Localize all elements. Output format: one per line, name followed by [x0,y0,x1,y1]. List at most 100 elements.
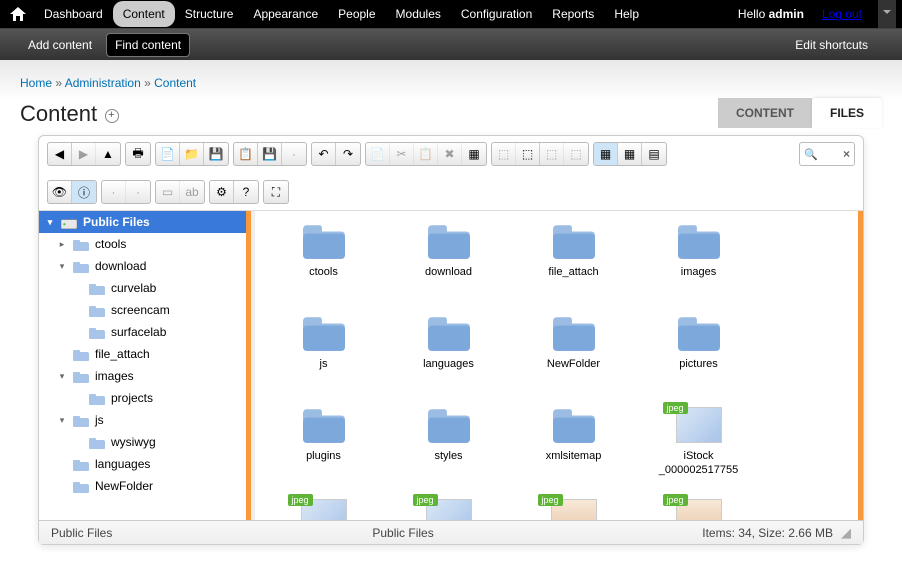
disabled-icon: · [282,143,306,165]
toolbar-dropdown-icon[interactable] [878,0,896,28]
tree-item-file_attach[interactable]: file_attach [39,343,251,365]
copy-icon[interactable]: 📋 [234,143,258,165]
menu-people[interactable]: People [328,1,385,27]
paste-icon[interactable]: 📋 [414,143,438,165]
tab-files[interactable]: FILES [812,98,882,128]
tree-item-ctools[interactable]: ▸ctools [39,233,251,255]
tree-item-js[interactable]: ▾js [39,409,251,431]
gear-icon[interactable]: ⚙ [210,181,234,203]
block-icon[interactable]: ▦ [462,143,486,165]
view-small-icon[interactable]: ▦ [618,143,642,165]
grid-item[interactable]: plugins [261,403,386,495]
scrollbar-left[interactable] [246,211,251,520]
menu-appearance[interactable]: Appearance [243,1,328,27]
print-icon[interactable]: 🖶 [126,143,150,165]
breadcrumb-home[interactable]: Home [20,76,52,90]
grid-item[interactable]: NewFolder [511,311,636,403]
menu-content[interactable]: Content [113,1,175,27]
disk-icon[interactable]: 💾 [258,143,282,165]
eye-icon[interactable]: 👁 [48,181,72,203]
resize-handle-icon[interactable]: ◢ [841,525,851,541]
menu-dashboard[interactable]: Dashboard [34,1,113,27]
info-icon[interactable]: ⓘ [72,181,96,203]
status-mid: Public Files [372,526,433,540]
tool1-icon[interactable]: · [102,181,126,203]
save-icon[interactable]: 💾 [204,143,228,165]
breadcrumb-admin[interactable]: Administration [65,76,141,90]
breadcrumb-content[interactable]: Content [154,76,196,90]
tree-item-surfacelab[interactable]: surfacelab [39,321,251,343]
tree-item-wysiwyg[interactable]: wysiwyg [39,431,251,453]
search-box[interactable]: 🔍× [799,142,855,166]
cut-icon[interactable]: ✂ [390,143,414,165]
tree-item-download[interactable]: ▾download [39,255,251,277]
sel1-icon[interactable]: ⬚ [492,143,516,165]
delete-icon[interactable]: ✖ [438,143,462,165]
redo-icon[interactable]: ↷ [336,143,360,165]
grid-item[interactable]: images [636,219,761,311]
grid-item[interactable]: languages [386,311,511,403]
file-manager: ◀▶▲ 🖶 📄📁💾 📋💾· ↶↷ 📄✂📋✖▦ ⬚⬚⬚⬚ ▦▦▤ 🔍× 👁ⓘ ··… [38,135,864,545]
tree-item-newfolder[interactable]: NewFolder [39,475,251,497]
tree-item-languages[interactable]: languages [39,453,251,475]
tab-content[interactable]: CONTENT [718,98,812,128]
grid-item[interactable]: jpeg [511,495,636,520]
add-content-link[interactable]: Add content [20,34,100,56]
status-left: Public Files [51,526,112,540]
rename-icon[interactable]: ab [180,181,204,203]
shortcut-bar: Add content Find content Edit shortcuts [0,28,902,60]
grid-item[interactable]: jpeg [261,495,386,520]
new-folder-icon[interactable]: 📁 [180,143,204,165]
menu-reports[interactable]: Reports [542,1,604,27]
search-icon: 🔍 [804,148,818,161]
file-toolbar: ◀▶▲ 🖶 📄📁💾 📋💾· ↶↷ 📄✂📋✖▦ ⬚⬚⬚⬚ ▦▦▤ 🔍× 👁ⓘ ··… [39,136,863,211]
scrollbar-right[interactable] [858,211,863,520]
grid-item[interactable]: jpeg [386,495,511,520]
menu-help[interactable]: Help [604,1,649,27]
page-title: Content [20,101,97,127]
doc-icon[interactable]: 📄 [366,143,390,165]
sel4-icon[interactable]: ⬚ [564,143,588,165]
back-button[interactable]: ◀ [48,143,72,165]
hello-user: Hello admin [738,7,804,21]
tree-item-images[interactable]: ▾images [39,365,251,387]
sel3-icon[interactable]: ⬚ [540,143,564,165]
grid-item[interactable]: ctools [261,219,386,311]
grid-item[interactable]: pictures [636,311,761,403]
grid-item[interactable]: js [261,311,386,403]
tree-item-projects[interactable]: projects [39,387,251,409]
view-list-icon[interactable]: ▤ [642,143,666,165]
tree-item-screencam[interactable]: screencam [39,299,251,321]
grid-item[interactable]: download [386,219,511,311]
forward-button[interactable]: ▶ [72,143,96,165]
folder-tree: ▾Public Files ▸ctools▾downloadcurvelabsc… [39,211,255,520]
grid-item[interactable]: jpeg [636,495,761,520]
fullscreen-icon[interactable]: ⛶ [264,181,288,203]
status-right: Items: 34, Size: 2.66 MB [702,526,833,540]
menu-structure[interactable]: Structure [175,1,244,27]
logout-link[interactable]: Log out [822,7,862,21]
tree-root[interactable]: ▾Public Files [39,211,251,233]
find-content-link[interactable]: Find content [106,33,190,57]
menu-modules[interactable]: Modules [386,1,451,27]
clear-search-icon[interactable]: × [843,147,850,161]
undo-icon[interactable]: ↶ [312,143,336,165]
sel2-icon[interactable]: ⬚ [516,143,540,165]
grid-item[interactable]: xmlsitemap [511,403,636,495]
status-bar: Public Files Public Files Items: 34, Siz… [39,520,863,544]
toolbar-menu: DashboardContentStructureAppearancePeopl… [34,0,649,28]
grid-item[interactable]: styles [386,403,511,495]
plus-icon[interactable] [105,109,119,123]
tree-item-curvelab[interactable]: curvelab [39,277,251,299]
help-icon[interactable]: ? [234,181,258,203]
up-button[interactable]: ▲ [96,143,120,165]
edit-shortcuts-link[interactable]: Edit shortcuts [787,34,876,56]
tool2-icon[interactable]: · [126,181,150,203]
view-large-icon[interactable]: ▦ [594,143,618,165]
tool3-icon[interactable]: ▭ [156,181,180,203]
new-file-icon[interactable]: 📄 [156,143,180,165]
home-icon[interactable] [10,7,26,21]
menu-configuration[interactable]: Configuration [451,1,542,27]
grid-item[interactable]: jpegiStock _000002517755 [636,403,761,495]
grid-item[interactable]: file_attach [511,219,636,311]
